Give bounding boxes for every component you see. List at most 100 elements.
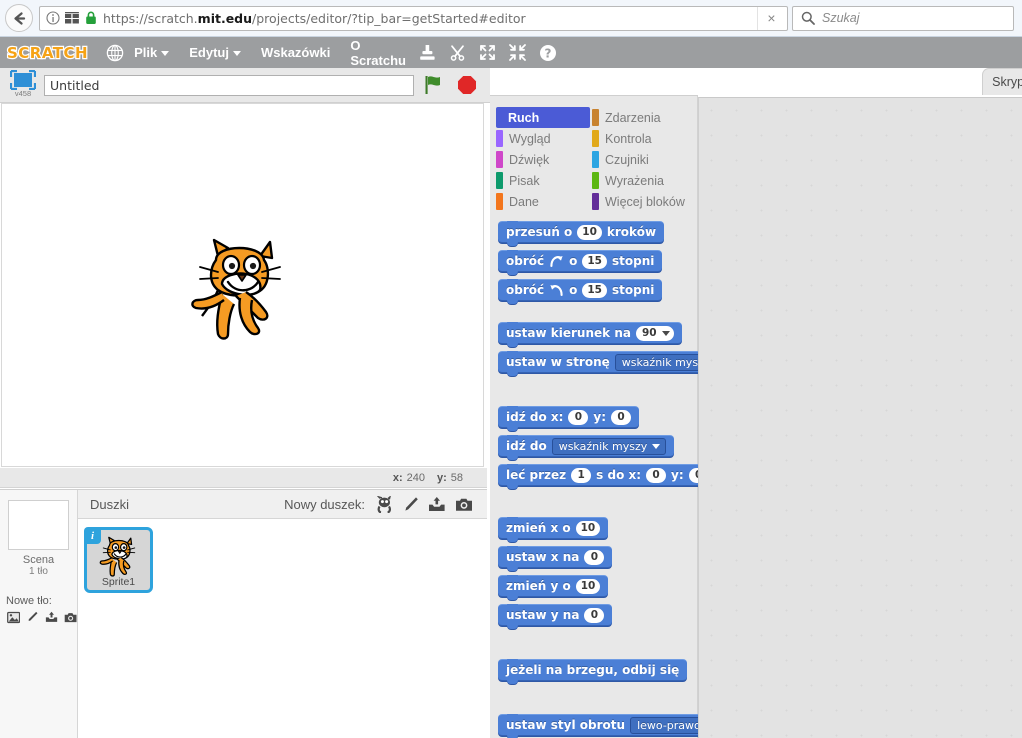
block-turn-left-degrees-input[interactable]: 15 <box>582 282 607 298</box>
category-dane[interactable]: Dane <box>496 191 592 212</box>
scratch-logo[interactable]: SCRATCH <box>6 42 89 62</box>
block-go-to[interactable]: idź do wskaźnik myszy <box>498 435 675 460</box>
block-set-rotation-style-text: ustaw styl obrotu <box>506 718 626 732</box>
camera-sprite-icon[interactable] <box>455 497 473 512</box>
block-glide[interactable]: leć przez 1 s do x: 0 y: 0 <box>498 464 717 489</box>
globe-icon[interactable] <box>106 44 124 62</box>
green-flag-icon[interactable] <box>422 74 444 96</box>
block-set-rotation-style[interactable]: ustaw styl obrotu lewo-prawo <box>498 714 728 738</box>
block-change-y-text: zmień y o <box>506 579 571 593</box>
menu-o-scratchu[interactable]: O Scratchu <box>340 37 419 68</box>
scratch-cat-icon <box>99 536 135 577</box>
category-ruch[interactable]: Ruch <box>496 107 590 128</box>
block-move-steps-input[interactable]: 10 <box>577 224 602 240</box>
choose-sprite-icon[interactable] <box>375 495 394 513</box>
scratch-menubar: SCRATCH Plik Edytuj Wskazówki O Scratchu <box>0 37 1022 68</box>
block-if-on-edge-bounce[interactable]: jeżeli na brzegu, odbij się <box>498 659 688 684</box>
menu-wskazowki[interactable]: Wskazówki <box>251 37 340 68</box>
clear-url-button[interactable]: × <box>757 6 785 30</box>
block-glide-text2: s do x: <box>596 468 642 482</box>
category-zdarzenia[interactable]: Zdarzenia <box>592 107 688 128</box>
paint-backdrop-icon[interactable] <box>26 610 38 624</box>
stop-sign-icon[interactable] <box>456 74 478 96</box>
category-pisak[interactable]: Pisak <box>496 170 592 191</box>
help-icon[interactable]: ? <box>539 44 557 62</box>
block-go-to-xy-text2: y: <box>593 410 607 424</box>
sprite-card-sprite1[interactable]: i Sprite1 <box>84 527 153 593</box>
block-turn-right-degrees-input[interactable]: 15 <box>582 253 607 269</box>
block-change-y[interactable]: zmień y o 10 <box>498 575 609 600</box>
upload-backdrop-icon[interactable] <box>45 610 58 624</box>
category-wiecej-blokow[interactable]: Więcej bloków <box>592 191 688 212</box>
block-if-on-edge-bounce-text: jeżeli na brzegu, odbij się <box>506 663 680 677</box>
block-point-in-direction-dropdown[interactable]: 90 <box>635 325 674 341</box>
sprite-list: i Sprite1 <box>78 519 487 738</box>
block-go-to-xy[interactable]: idź do x: 0 y: 0 <box>498 406 640 431</box>
block-turn-right-text3: stopni <box>611 254 655 268</box>
category-column-right: Zdarzenia Kontrola Czujniki Wyrażenia Wi… <box>592 107 688 212</box>
block-set-y-input[interactable]: 0 <box>584 607 605 623</box>
block-change-x-input[interactable]: 10 <box>575 520 601 536</box>
chevron-down-icon <box>652 443 661 449</box>
grow-icon[interactable] <box>479 44 496 61</box>
category-dane-label: Dane <box>509 194 539 209</box>
url-text: https://scratch.mit.edu/projects/editor/… <box>103 11 757 26</box>
stage-canvas[interactable] <box>1 103 484 467</box>
stage-sprite-cat[interactable] <box>188 234 292 351</box>
category-kontrola[interactable]: Kontrola <box>592 128 688 149</box>
stage-thumbnail[interactable] <box>8 500 69 550</box>
block-go-to-xy-y-input[interactable]: 0 <box>611 409 632 425</box>
menu-plik[interactable]: Plik <box>124 37 179 68</box>
small-stage-icon[interactable]: v458 <box>8 69 38 101</box>
block-point-in-direction[interactable]: ustaw kierunek na 90 <box>498 322 682 347</box>
block-palette-panel: Ruch Wygląd Dźwięk Pisak Dane Zdarzenia … <box>490 95 738 738</box>
block-go-to-value: wskaźnik myszy <box>558 439 648 453</box>
category-wyglad[interactable]: Wygląd <box>496 128 592 149</box>
svg-text:?: ? <box>545 46 552 60</box>
category-swatch-icon <box>496 130 503 147</box>
block-move[interactable]: przesuń o 10 kroków <box>498 221 665 246</box>
menu-wskazowki-label: Wskazówki <box>260 45 331 60</box>
scissors-delete-icon[interactable] <box>449 44 466 61</box>
scripts-workspace[interactable] <box>698 97 1022 738</box>
paint-sprite-icon[interactable] <box>403 496 419 513</box>
category-dzwiek[interactable]: Dźwięk <box>496 149 592 170</box>
block-change-y-input[interactable]: 10 <box>575 578 601 594</box>
browser-toolbar: https://scratch.mit.edu/projects/editor/… <box>0 0 1022 37</box>
category-czujniki[interactable]: Czujniki <box>592 149 688 170</box>
block-go-to-dropdown[interactable]: wskaźnik myszy <box>551 437 667 455</box>
block-change-x[interactable]: zmień x o 10 <box>498 517 609 542</box>
block-glide-x-input[interactable]: 0 <box>646 467 667 483</box>
category-swatch-icon <box>592 130 599 147</box>
tab-skrypty[interactable]: Skrypty <box>982 68 1022 95</box>
project-name-input[interactable]: Untitled <box>44 74 414 96</box>
category-czujniki-label: Czujniki <box>605 152 649 167</box>
upload-sprite-icon[interactable] <box>428 496 446 513</box>
browser-back-button[interactable] <box>5 4 33 32</box>
menubar-tools: ? <box>419 44 1022 62</box>
block-set-y[interactable]: ustaw y na 0 <box>498 604 613 629</box>
menu-edytuj[interactable]: Edytuj <box>179 37 251 68</box>
search-placeholder: Szukaj <box>822 11 860 25</box>
block-set-x-input[interactable]: 0 <box>584 549 605 565</box>
block-row: ustaw kierunek na 90 <box>490 322 698 347</box>
block-set-x[interactable]: ustaw x na 0 <box>498 546 613 571</box>
block-turn-right[interactable]: obróć o 15 stopni <box>498 250 663 275</box>
block-glide-secs-input[interactable]: 1 <box>571 467 592 483</box>
menu-plik-label: Plik <box>134 45 158 60</box>
stamp-duplicate-icon[interactable] <box>419 44 436 61</box>
block-turn-left[interactable]: obróć o 15 stopni <box>498 279 663 304</box>
browser-search-box[interactable]: Szukaj <box>792 5 1014 31</box>
address-bar[interactable]: https://scratch.mit.edu/projects/editor/… <box>39 5 788 31</box>
choose-backdrop-icon[interactable] <box>7 611 21 624</box>
block-group-divider <box>490 493 698 507</box>
stage-selector-column: Scena 1 tło Nowe tło: <box>0 490 78 738</box>
scratch-cat-icon <box>191 238 281 340</box>
url-suffix: /projects/editor/?tip_bar=getStarted#edi… <box>252 10 526 26</box>
search-icon <box>801 11 815 25</box>
camera-backdrop-icon[interactable] <box>64 611 77 624</box>
shrink-icon[interactable] <box>509 44 526 61</box>
block-point-towards-text: ustaw w stronę <box>506 355 610 369</box>
block-go-to-xy-x-input[interactable]: 0 <box>568 409 589 425</box>
category-wyrazenia[interactable]: Wyrażenia <box>592 170 688 191</box>
